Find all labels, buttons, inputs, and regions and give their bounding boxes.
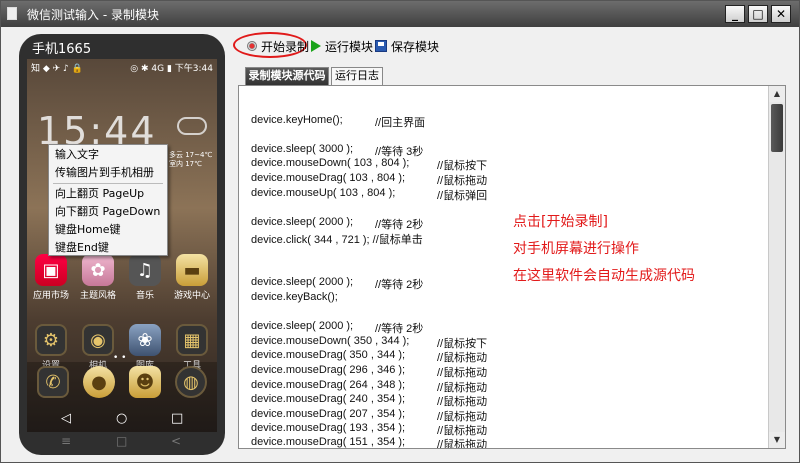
- save-icon: [375, 40, 387, 52]
- phone-status-bar: 知 ◆ ✈ ♪ 🔒 ◎ ✱ 4G ▮ 下午3:44: [27, 59, 217, 75]
- title-bar: 微信测试输入 - 录制模块 _ □ ✕: [1, 1, 799, 27]
- menu-item-page-up[interactable]: 向上翻页 PageUp: [49, 185, 167, 203]
- hardware-nav-bar: ≡ □ <: [27, 432, 217, 452]
- annotation-line-1: 点击[开始录制]: [513, 214, 608, 230]
- back-nav-icon[interactable]: ◁: [61, 411, 71, 426]
- maximize-button[interactable]: □: [748, 5, 768, 23]
- app-game-icon: ▬: [176, 254, 208, 286]
- save-module-button[interactable]: 保存模块: [375, 38, 439, 54]
- gallery-icon: ❀: [129, 324, 161, 356]
- menu-item-end-key[interactable]: 键盘End键: [49, 239, 167, 257]
- tools-icon: ▦: [176, 324, 208, 356]
- start-record-button[interactable]: 开始录制: [247, 38, 309, 54]
- record-icon: [247, 41, 257, 51]
- close-button[interactable]: ✕: [771, 5, 791, 23]
- app-icon: [7, 7, 17, 20]
- phone-call-icon: ✆: [37, 366, 69, 398]
- start-record-label: 开始录制: [261, 39, 310, 54]
- phone-label: 手机1665: [32, 42, 92, 57]
- source-code-editor[interactable]: device.keyHome();//回主界面 device.sleep( 30…: [238, 85, 786, 449]
- annotation-line-3: 在这里软件会自动生成源代码: [513, 268, 695, 284]
- status-right: ◎ ✱ 4G ▮ 下午3:44: [130, 64, 213, 74]
- context-menu: 输入文字 传输图片到手机相册 向上翻页 PageUp 向下翻页 PageDown…: [48, 144, 168, 256]
- menu-item-page-down[interactable]: 向下翻页 PageDown: [49, 203, 167, 221]
- dock-phone[interactable]: ✆: [31, 366, 75, 400]
- weather-cloud-icon: [177, 117, 207, 135]
- app-label: 音乐: [135, 291, 154, 301]
- menu-separator: [53, 183, 163, 184]
- scroll-up-icon[interactable]: ▲: [769, 86, 785, 102]
- app-market[interactable]: ▣ 应用市场: [29, 254, 73, 301]
- menu-hw-icon[interactable]: ≡: [61, 434, 71, 448]
- run-module-button[interactable]: 运行模块: [311, 38, 373, 54]
- recent-nav-icon[interactable]: □: [171, 411, 183, 426]
- app-label: 主题风格: [79, 291, 116, 301]
- play-icon: [311, 40, 321, 52]
- app-theme[interactable]: ✿ 主题风格: [76, 254, 120, 301]
- home-hw-icon[interactable]: □: [116, 434, 127, 448]
- menu-item-home-key[interactable]: 键盘Home键: [49, 221, 167, 239]
- vertical-scrollbar[interactable]: ▲ ▼: [768, 86, 785, 448]
- dock-messages[interactable]: ●: [77, 366, 121, 400]
- gear-icon: ⚙: [35, 324, 67, 356]
- contacts-icon: ☻: [129, 366, 161, 398]
- camera-icon: ◉: [82, 324, 114, 356]
- save-module-label: 保存模块: [391, 39, 440, 54]
- run-module-label: 运行模块: [325, 39, 374, 54]
- dock-browser[interactable]: ◍: [169, 366, 213, 400]
- menu-item-input-text[interactable]: 输入文字: [49, 146, 167, 164]
- app-market-icon: ▣: [35, 254, 67, 286]
- scroll-thumb[interactable]: [771, 104, 783, 152]
- window-title: 微信测试输入 - 录制模块: [27, 8, 159, 22]
- back-hw-icon[interactable]: <: [171, 434, 181, 448]
- message-icon: ●: [83, 366, 115, 398]
- tab-run-log[interactable]: 运行日志: [331, 67, 383, 85]
- tab-source-code[interactable]: 录制模块源代码: [245, 67, 329, 85]
- annotation-line-2: 对手机屏幕进行操作: [513, 241, 639, 257]
- app-music-icon: ♫: [129, 254, 161, 286]
- status-left: 知 ◆ ✈ ♪ 🔒: [31, 64, 83, 74]
- app-theme-icon: ✿: [82, 254, 114, 286]
- app-label: 游戏中心: [173, 291, 210, 301]
- app-label: 应用市场: [32, 291, 69, 301]
- browser-icon: ◍: [175, 366, 207, 398]
- dock-contacts[interactable]: ☻: [123, 366, 167, 400]
- app-game-center[interactable]: ▬ 游戏中心: [170, 254, 214, 301]
- minimize-button[interactable]: _: [725, 5, 745, 23]
- main-window: 微信测试输入 - 录制模块 _ □ ✕ 手机1665 知 ◆ ✈ ♪ 🔒 ◎ ✱…: [0, 0, 800, 463]
- app-music[interactable]: ♫ 音乐: [123, 254, 167, 301]
- soft-nav-bar: ◁ ○ □: [27, 409, 217, 431]
- app-row-1: ▣ 应用市场 ✿ 主题风格 ♫ 音乐 ▬ 游戏中心: [27, 254, 217, 314]
- menu-item-transfer-image[interactable]: 传输图片到手机相册: [49, 164, 167, 182]
- weather-text: 多云 17~4℃ 室内 17℃: [169, 151, 213, 168]
- home-nav-icon[interactable]: ○: [116, 411, 127, 426]
- scroll-down-icon[interactable]: ▼: [769, 432, 785, 448]
